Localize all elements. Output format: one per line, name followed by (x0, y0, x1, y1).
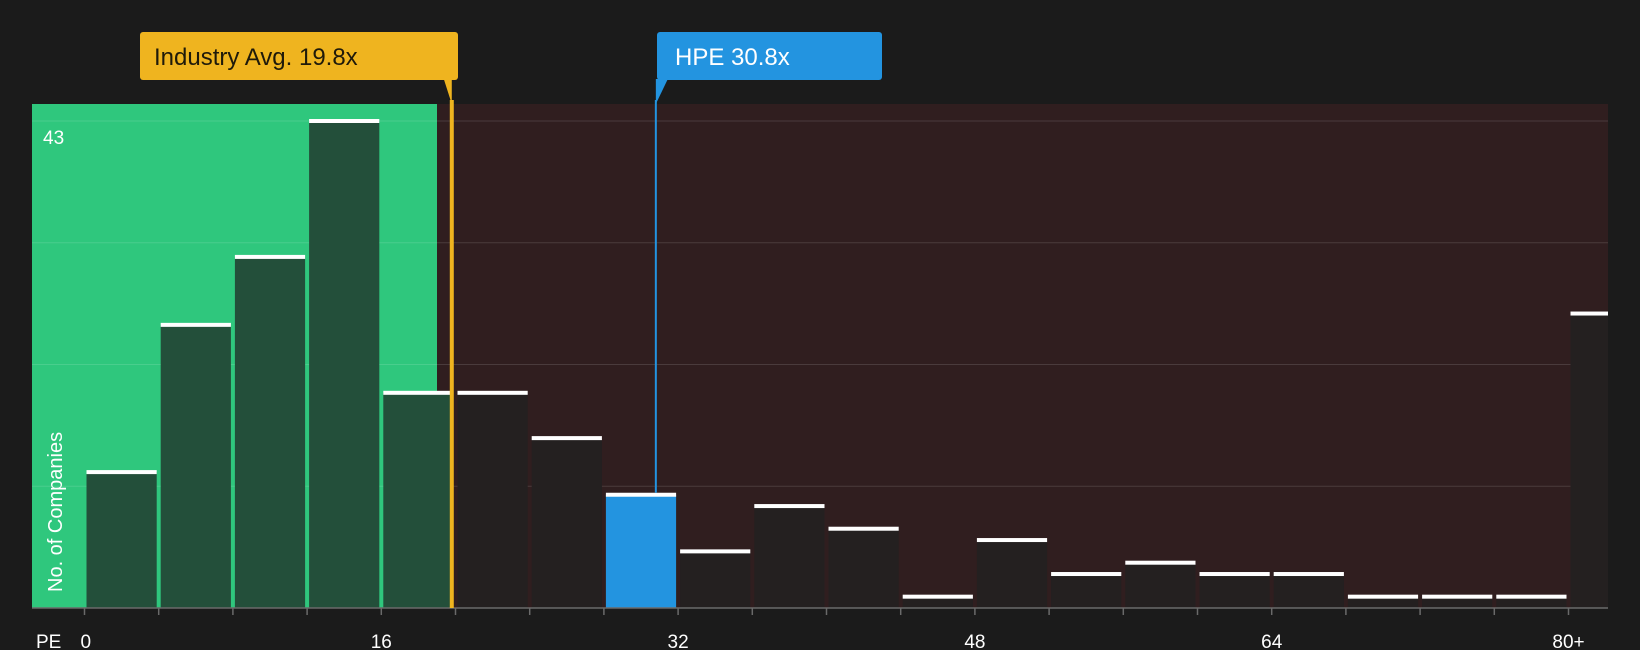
histogram-bar (1051, 574, 1122, 608)
histogram-bar-cap (1347, 594, 1419, 599)
histogram-bar-cap (1570, 311, 1608, 316)
histogram-bar-cap (605, 492, 677, 497)
histogram-bar-cap (531, 436, 602, 441)
histogram-bar-cap (383, 390, 454, 395)
histogram-bar (680, 551, 751, 608)
histogram-bar (754, 506, 825, 608)
x-axis-ticks: 0 16 32 48 64 80+ (81, 608, 1585, 650)
pe-distribution-chart: 0 16 32 48 64 80+ 43 No. of Companies PE Indu… (0, 0, 1640, 650)
histogram-bar-cap (1199, 572, 1270, 577)
histogram-bar (234, 256, 306, 608)
histogram-bar (1125, 562, 1196, 608)
y-max-label: 43 (43, 128, 64, 149)
histogram-bar (1273, 574, 1344, 608)
histogram-bar-cap (1496, 594, 1567, 599)
histogram-bar-cap (86, 470, 157, 475)
x-tick-label: 48 (964, 632, 985, 650)
histogram-bar-cap (160, 322, 231, 327)
x-tick-label: 64 (1261, 632, 1283, 650)
histogram-bar-cap (1125, 560, 1196, 565)
histogram-bar (976, 540, 1048, 608)
histogram-bar-cap (309, 119, 380, 123)
histogram-bar (309, 121, 380, 608)
x-tick-label: 0 (81, 632, 92, 650)
chart-svg: 0 16 32 48 64 80+ 43 No. of Companies PE Indu… (32, 32, 1608, 650)
histogram-bar (383, 392, 454, 608)
histogram-bar-cap (828, 526, 899, 531)
x-axis-label: PE (36, 632, 61, 650)
company-pe-label: HPE 30.8x (675, 44, 790, 71)
histogram-bar-cap (457, 390, 528, 395)
histogram-bar-cap (1051, 572, 1122, 577)
histogram-bar (1199, 574, 1270, 608)
histogram-bar (457, 392, 528, 608)
histogram-bar (1570, 313, 1608, 608)
industry-average-label: Industry Avg. 19.8x (154, 44, 358, 71)
histogram-bar-cap (680, 549, 751, 554)
histogram-bar (605, 494, 677, 608)
x-tick-label: 16 (371, 632, 392, 650)
histogram-bar (531, 438, 602, 608)
histogram-bar-cap (1273, 572, 1344, 577)
y-axis-label: No. of Companies (45, 432, 67, 592)
histogram-bar-cap (234, 254, 306, 259)
x-tick-label: 80+ (1552, 632, 1584, 650)
histogram-bar-cap (976, 538, 1048, 543)
histogram-bar (828, 528, 899, 608)
company-pe-callout-pointer (655, 79, 668, 104)
histogram-bar-cap (902, 594, 973, 599)
histogram-bar (86, 472, 157, 608)
x-tick-label: 32 (668, 632, 689, 650)
histogram-bar (160, 324, 231, 608)
histogram-bar-cap (754, 504, 825, 509)
histogram-bar-cap (1422, 594, 1493, 599)
